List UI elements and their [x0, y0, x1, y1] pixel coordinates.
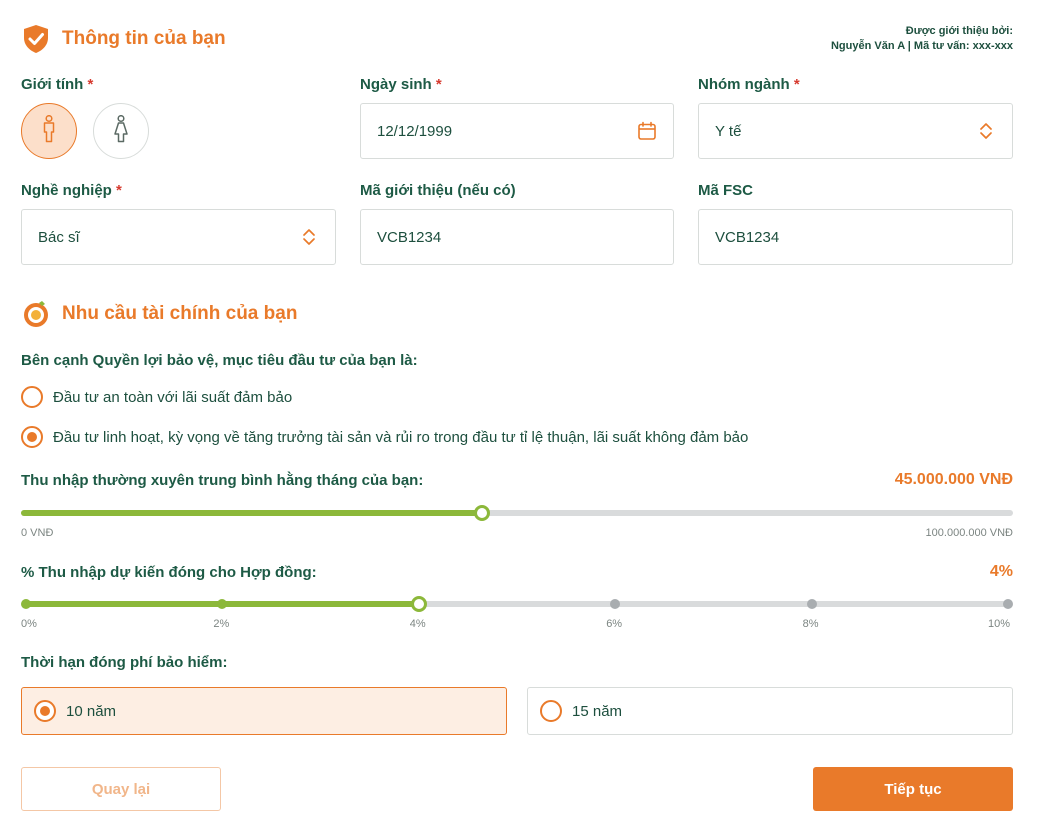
next-button[interactable]: Tiếp tục	[813, 767, 1013, 811]
referral-code-value: VCB1234	[377, 228, 442, 246]
term-label: Thời hạn đóng phí bảo hiểm:	[21, 654, 228, 671]
gender-female-button[interactable]	[93, 103, 149, 159]
income-slider-thumb[interactable]	[474, 505, 491, 521]
target-money-icon	[22, 300, 50, 328]
referral-code-label: Mã giới thiệu (nếu có)	[360, 182, 516, 199]
contribution-label: % Thu nhập dự kiến đóng cho Hợp đồng:	[21, 564, 317, 581]
dob-field[interactable]: 12/12/1999	[360, 103, 674, 159]
goal-option-1-label: Đầu tư an toàn với lãi suất đảm bảo	[53, 389, 293, 406]
income-min-label: 0 VNĐ	[21, 527, 54, 539]
occupation-label: Nghề nghiệp *	[21, 182, 122, 199]
referral-info: Được giới thiệu bởi: Nguyễn Văn A | Mã t…	[831, 24, 1013, 54]
gender-male-button[interactable]	[21, 103, 77, 159]
goal-option-1[interactable]: Đầu tư an toàn với lãi suất đảm bảo	[21, 386, 821, 410]
chevron-updown-icon	[976, 121, 996, 141]
occupation-value: Bác sĩ	[38, 228, 80, 246]
term-option-15-label: 15 năm	[572, 703, 623, 720]
contribution-tick-label: 8%	[802, 618, 819, 630]
contribution-tick-dot	[1003, 599, 1013, 609]
fsc-code-value: VCB1234	[715, 228, 780, 246]
term-option-15[interactable]: 15 năm	[527, 687, 1013, 735]
contribution-tick-label: 6%	[606, 618, 623, 630]
goal-option-2-radio[interactable]	[21, 426, 43, 448]
income-value: 45.000.000 VNĐ	[894, 471, 1013, 488]
female-person-icon	[113, 114, 129, 148]
referral-line2: Nguyễn Văn A | Mã tư vấn: xxx-xxx	[830, 40, 1013, 52]
term-option-10[interactable]: 10 năm	[21, 687, 507, 735]
goal-question: Bên cạnh Quyền lợi bảo vệ, mục tiêu đầu …	[21, 352, 418, 369]
term-option-10-label: 10 năm	[66, 703, 117, 720]
gender-label: Giới tính *	[21, 76, 94, 93]
contribution-tick-dot	[21, 599, 31, 609]
industry-label: Nhóm ngành *	[698, 76, 800, 93]
income-max-label: 100.000.000 VNĐ	[925, 527, 1013, 539]
section1-title: Thông tin của bạn	[62, 28, 226, 49]
industry-select[interactable]: Y tế	[698, 103, 1013, 159]
referral-line1: Được giới thiệu bởi:	[905, 25, 1013, 37]
section1-header: Thông tin của bạn	[22, 24, 226, 54]
chevron-updown-icon	[299, 227, 319, 247]
contribution-tick-label: 10%	[988, 618, 1011, 630]
income-slider-fill	[21, 510, 483, 516]
fsc-code-input[interactable]: VCB1234	[698, 209, 1013, 265]
contribution-tick-label: 4%	[409, 618, 426, 630]
male-person-icon	[42, 114, 56, 148]
dob-label: Ngày sinh *	[360, 76, 442, 93]
contribution-slider-thumb[interactable]	[410, 596, 427, 612]
calendar-icon[interactable]	[637, 121, 657, 141]
contribution-tick-dot	[610, 599, 621, 609]
referral-code-input[interactable]: VCB1234	[360, 209, 674, 265]
goal-option-2[interactable]: Đầu tư linh hoạt, kỳ vọng về tăng trưởng…	[21, 426, 921, 450]
occupation-select[interactable]: Bác sĩ	[21, 209, 336, 265]
section2-header: Nhu cầu tài chính của bạn	[22, 300, 297, 328]
goal-option-1-radio[interactable]	[21, 386, 43, 408]
dob-value: 12/12/1999	[377, 122, 453, 140]
contribution-tick-dot	[806, 599, 817, 609]
shield-check-icon	[22, 24, 50, 54]
goal-option-2-label: Đầu tư linh hoạt, kỳ vọng về tăng trưởng…	[53, 429, 749, 446]
contribution-tick-dot	[217, 599, 228, 609]
section2-title: Nhu cầu tài chính của bạn	[62, 303, 298, 324]
contribution-tick-label: 2%	[213, 618, 230, 630]
term-option-15-radio[interactable]	[540, 700, 562, 722]
contribution-value: 4%	[989, 563, 1013, 580]
industry-value: Y tế	[715, 122, 742, 140]
term-option-10-radio[interactable]	[34, 700, 56, 722]
contribution-tick-label: 0%	[21, 618, 37, 630]
back-button[interactable]: Quay lại	[21, 767, 221, 811]
income-label: Thu nhập thường xuyên trung bình hằng th…	[21, 472, 424, 489]
fsc-code-label: Mã FSC	[698, 182, 754, 199]
